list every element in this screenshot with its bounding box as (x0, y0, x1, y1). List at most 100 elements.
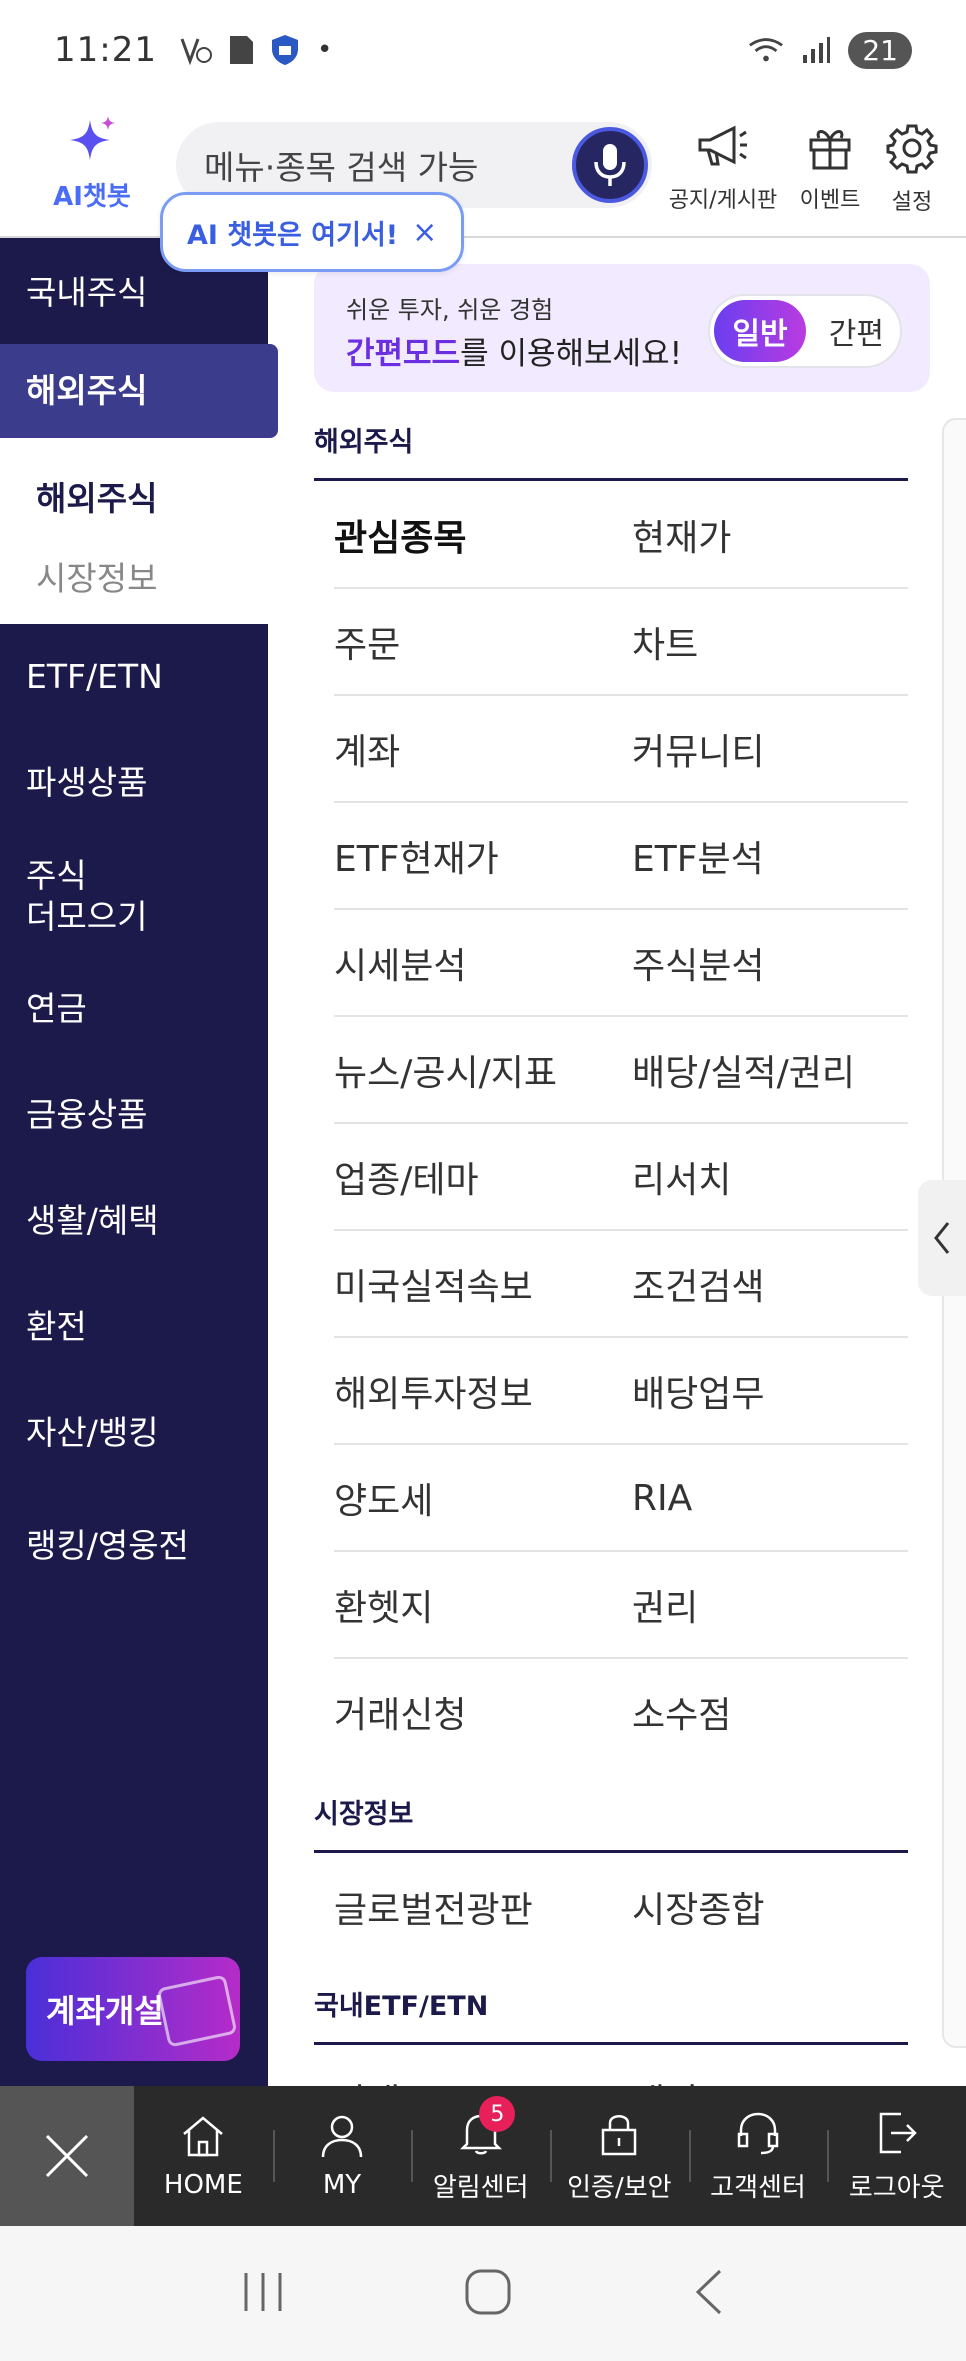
menu-rights[interactable]: 권리 (632, 1552, 698, 1658)
section-divider (314, 1850, 908, 1853)
menu-condition-search[interactable]: 조건검색 (632, 1231, 764, 1337)
menu-stock-analysis[interactable]: 주식분석 (632, 910, 764, 1016)
user-icon (318, 2112, 366, 2160)
menu-fx-hedge[interactable]: 환헷지 (334, 1552, 433, 1658)
banner-title: 간편모드를 이용해보세요! (346, 328, 682, 373)
nav-my-label: MY (322, 2170, 362, 2200)
menu-market-summary[interactable]: 시장종합 (632, 1854, 764, 1960)
section-title-market-info: 시장정보 (314, 1799, 414, 1830)
home-icon (179, 2112, 227, 2160)
back-button[interactable] (688, 2267, 728, 2321)
nav-auth-security[interactable]: 인증/보안 (550, 2086, 689, 2226)
nav-customer-center-label: 고객센터 (710, 2172, 806, 2203)
menu-etf-price[interactable]: ETF현재가 (334, 803, 499, 909)
nav-auth-security-label: 인증/보안 (567, 2172, 672, 2203)
bottom-navigation: HOME MY 5 알림센터 인증/보안 고객센터 로그아웃 (0, 2086, 966, 2226)
menu-trade-application[interactable]: 거래신청 (334, 1659, 466, 1765)
side-panel-handle[interactable] (918, 1180, 966, 1296)
banner-title-rest: 를 이용해보세요! (460, 336, 683, 372)
home-button[interactable] (463, 2267, 513, 2321)
menu-sector-theme[interactable]: 업종/테마 (334, 1124, 479, 1230)
sidebar-item-pension[interactable]: 연금 (0, 956, 268, 1062)
sidebar-item-derivatives[interactable]: 파생상품 (0, 730, 268, 836)
banner-highlight: 간편모드 (346, 336, 461, 372)
sidebar-item-stock-savings[interactable]: 주식 더모으기 (0, 836, 268, 956)
sidebar-item-life-benefits[interactable]: 생활/혜택 (0, 1168, 268, 1274)
top-header: AI챗봇 메뉴·종목 검색 가능 공지/게시판 이벤트 설정 (0, 100, 966, 238)
gift-icon (809, 130, 851, 170)
nav-notifications-label: 알림센터 (432, 2172, 529, 2203)
sidebar-item-overseas-stock[interactable]: 해외주식 (0, 344, 278, 438)
sidebar-item-ranking[interactable]: 랭킹/영웅전 (0, 1486, 268, 1606)
menu-overseas-investment-info[interactable]: 해외투자정보 (334, 1338, 533, 1444)
nav-customer-center[interactable]: 고객센터 (688, 2086, 828, 2226)
sim-card-icon (223, 32, 259, 68)
menu-news[interactable]: 뉴스/공시/지표 (334, 1017, 557, 1123)
menu-dividend-service[interactable]: 배당업무 (632, 1338, 764, 1444)
app-screen: 11:21 • 21 AI챗봇 메뉴·종목 검색 가능 공지/게시판 이벤트 설… (0, 0, 966, 2361)
menu-etf-analysis[interactable]: ETF분석 (632, 803, 764, 909)
sidebar-submenu: 해외주식 시장정보 (0, 438, 268, 624)
menu-research[interactable]: 리서치 (632, 1124, 731, 1230)
nav-notifications[interactable]: 5 알림센터 (411, 2086, 550, 2226)
wifi-icon (748, 32, 784, 68)
mode-simple[interactable]: 간편 (829, 296, 884, 366)
settings-label: 설정 (891, 190, 933, 215)
nav-my[interactable]: MY (272, 2086, 412, 2226)
card-icon (156, 1974, 238, 2048)
sidebar-item-etf-etn[interactable]: ETF/ETN (0, 624, 268, 730)
simple-mode-banner[interactable]: 쉬운 투자, 쉬운 경험 간편모드를 이용해보세요! 일반 간편 (314, 264, 930, 392)
open-account-button[interactable]: 계좌개설 (26, 1957, 240, 2061)
volte-icon (179, 32, 215, 68)
menu-domestic-etf-item-2[interactable]: 개기 (632, 2046, 698, 2086)
system-navigation-bar (0, 2226, 966, 2361)
menu-us-earnings[interactable]: 미국실적속보 (334, 1231, 533, 1337)
open-account-label: 계좌개설 (46, 1992, 164, 2030)
tooltip-text: AI 챗봇은 여기서! (187, 219, 399, 251)
gear-icon (886, 124, 938, 174)
notice-board-label: 공지/게시판 (668, 188, 778, 213)
sidebar-item-financial-products[interactable]: 금융상품 (0, 1062, 268, 1168)
settings-button[interactable]: 설정 (862, 122, 962, 216)
sidebar-item-asset-banking[interactable]: 자산/뱅킹 (0, 1380, 268, 1486)
signal-icon (798, 32, 834, 68)
mode-general[interactable]: 일반 (714, 300, 806, 362)
menu-dividend-earnings[interactable]: 배당/실적/권리 (632, 1017, 855, 1123)
menu-order[interactable]: 주문 (334, 589, 400, 695)
menu-fractional[interactable]: 소수점 (632, 1659, 731, 1765)
submenu-market-info[interactable]: 시장정보 (36, 552, 157, 600)
mode-toggle[interactable]: 일반 간편 (708, 294, 902, 368)
section-title-overseas: 해외주식 (314, 427, 414, 458)
menu-capital-gains-tax[interactable]: 양도세 (334, 1445, 433, 1551)
menu-current-price[interactable]: 현재가 (632, 482, 731, 588)
menu-global-board[interactable]: 글로벌전광판 (334, 1854, 533, 1960)
menu-domestic-etf-item-1[interactable]: 단새 (334, 2046, 400, 2086)
voice-search-button[interactable] (572, 127, 648, 203)
nav-logout[interactable]: 로그아웃 (827, 2086, 966, 2226)
close-menu-button[interactable] (0, 2086, 134, 2226)
menu-quote-analysis[interactable]: 시세분석 (334, 910, 466, 1016)
notice-board-button[interactable]: 공지/게시판 (668, 122, 778, 214)
ai-chatbot-label: AI챗봇 (53, 182, 131, 212)
status-bar: 11:21 • 21 (0, 0, 966, 100)
ai-chatbot-button[interactable]: AI챗봇 (44, 114, 140, 213)
sidebar-item-exchange[interactable]: 환전 (0, 1274, 268, 1380)
sparkle-icon (70, 116, 115, 160)
menu-community[interactable]: 커뮤니티 (632, 696, 764, 802)
menu-account[interactable]: 계좌 (334, 696, 400, 802)
menu-chart[interactable]: 차트 (632, 589, 698, 695)
menu-watchlist[interactable]: 관심종목 (334, 482, 466, 588)
category-sidebar: 국내주식 해외주식 해외주식 시장정보 ETF/ETN 파생상품 주식 더모으기… (0, 238, 278, 2086)
notification-badge: 5 (479, 2096, 516, 2132)
row-divider (334, 587, 908, 589)
search-placeholder: 메뉴·종목 검색 가능 (204, 148, 479, 187)
tooltip-close-icon[interactable]: × (412, 215, 437, 250)
recent-apps-button[interactable] (238, 2269, 288, 2319)
menu-panel: 쉬운 투자, 쉬운 경험 간편모드를 이용해보세요! 일반 간편 해외주식 관심… (268, 238, 966, 2086)
submenu-overseas-stock[interactable]: 해외주식 (36, 472, 157, 520)
microphone-icon (594, 144, 626, 186)
menu-ria[interactable]: RIA (632, 1445, 692, 1551)
ai-chatbot-tooltip: AI 챗봇은 여기서! × (160, 192, 465, 272)
chevron-left-icon (934, 1222, 950, 1254)
nav-home[interactable]: HOME (134, 2086, 273, 2226)
